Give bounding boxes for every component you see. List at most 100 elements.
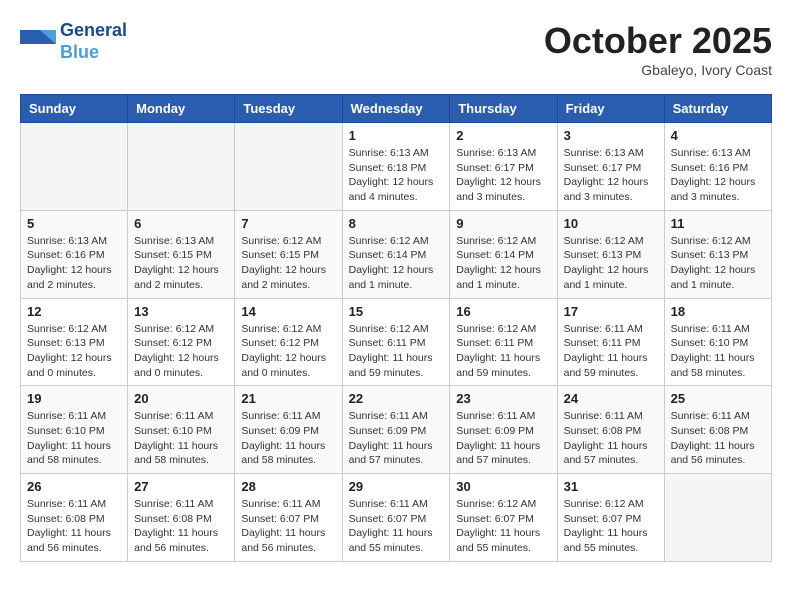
day-number: 15 xyxy=(349,304,444,319)
calendar-cell xyxy=(128,123,235,211)
calendar: SundayMondayTuesdayWednesdayThursdayFrid… xyxy=(20,94,772,562)
calendar-cell: 22 Sunrise: 6:11 AM Sunset: 6:09 PM Dayli… xyxy=(342,386,450,474)
day-number: 25 xyxy=(671,391,765,406)
day-info: Sunrise: 6:12 AM Sunset: 6:12 PM Dayligh… xyxy=(241,322,335,381)
day-info: Sunrise: 6:12 AM Sunset: 6:15 PM Dayligh… xyxy=(241,234,335,293)
day-info: Sunrise: 6:11 AM Sunset: 6:08 PM Dayligh… xyxy=(671,409,765,468)
weekday-tuesday: Tuesday xyxy=(235,95,342,123)
calendar-cell: 11Sunrise: 6:12 AM Sunset: 6:13 PM Dayli… xyxy=(664,210,771,298)
weekday-header-row: SundayMondayTuesdayWednesdayThursdayFrid… xyxy=(21,95,772,123)
header: General Blue October 2025 Gbaleyo, Ivory… xyxy=(20,20,772,78)
calendar-cell: 29 Sunrise: 6:11 AM Sunset: 6:07 PM Dayli… xyxy=(342,474,450,562)
calendar-header: SundayMondayTuesdayWednesdayThursdayFrid… xyxy=(21,95,772,123)
week-row-4: 19 Sunrise: 6:11 AM Sunset: 6:10 PM Dayli… xyxy=(21,386,772,474)
calendar-cell xyxy=(235,123,342,211)
day-info: Sunrise: 6:12 AM Sunset: 6:11 PM Dayligh… xyxy=(456,322,550,381)
week-row-3: 12 Sunrise: 6:12 AM Sunset: 6:13 PM Dayli… xyxy=(21,298,772,386)
day-info: Sunrise: 6:12 AM Sunset: 6:14 PM Dayligh… xyxy=(349,234,444,293)
day-number: 9 xyxy=(456,216,550,231)
day-number: 26 xyxy=(27,479,121,494)
calendar-cell: 17 Sunrise: 6:11 AM Sunset: 6:11 PM Dayli… xyxy=(557,298,664,386)
calendar-cell: 14Sunrise: 6:12 AM Sunset: 6:12 PM Dayli… xyxy=(235,298,342,386)
day-info: Sunrise: 6:11 AM Sunset: 6:07 PM Dayligh… xyxy=(349,497,444,556)
weekday-wednesday: Wednesday xyxy=(342,95,450,123)
day-info: Sunrise: 6:11 AM Sunset: 6:09 PM Dayligh… xyxy=(456,409,550,468)
day-number: 31 xyxy=(564,479,658,494)
day-info: Sunrise: 6:13 AM Sunset: 6:17 PM Dayligh… xyxy=(456,146,550,205)
calendar-cell: 4 Sunrise: 6:13 AM Sunset: 6:16 PM Daylig… xyxy=(664,123,771,211)
day-number: 8 xyxy=(349,216,444,231)
calendar-cell: 28 Sunrise: 6:11 AM Sunset: 6:07 PM Dayli… xyxy=(235,474,342,562)
day-info: Sunrise: 6:11 AM Sunset: 6:11 PM Dayligh… xyxy=(564,322,658,381)
day-number: 13 xyxy=(134,304,228,319)
day-number: 19 xyxy=(27,391,121,406)
day-info: Sunrise: 6:11 AM Sunset: 6:08 PM Dayligh… xyxy=(134,497,228,556)
day-number: 27 xyxy=(134,479,228,494)
day-number: 4 xyxy=(671,128,765,143)
day-info: Sunrise: 6:11 AM Sunset: 6:10 PM Dayligh… xyxy=(671,322,765,381)
day-number: 10 xyxy=(564,216,658,231)
calendar-cell: 12 Sunrise: 6:12 AM Sunset: 6:13 PM Dayli… xyxy=(21,298,128,386)
day-info: Sunrise: 6:11 AM Sunset: 6:10 PM Dayligh… xyxy=(27,409,121,468)
day-number: 12 xyxy=(27,304,121,319)
day-info: Sunrise: 6:13 AM Sunset: 6:16 PM Dayligh… xyxy=(671,146,765,205)
day-number: 18 xyxy=(671,304,765,319)
day-info: Sunrise: 6:13 AM Sunset: 6:17 PM Dayligh… xyxy=(564,146,658,205)
day-number: 29 xyxy=(349,479,444,494)
calendar-cell: 20Sunrise: 6:11 AM Sunset: 6:10 PM Dayli… xyxy=(128,386,235,474)
calendar-cell: 25 Sunrise: 6:11 AM Sunset: 6:08 PM Dayli… xyxy=(664,386,771,474)
calendar-cell: 13 Sunrise: 6:12 AM Sunset: 6:12 PM Dayli… xyxy=(128,298,235,386)
day-number: 2 xyxy=(456,128,550,143)
calendar-cell: 10 Sunrise: 6:12 AM Sunset: 6:13 PM Dayli… xyxy=(557,210,664,298)
calendar-cell xyxy=(664,474,771,562)
day-number: 28 xyxy=(241,479,335,494)
day-number: 17 xyxy=(564,304,658,319)
calendar-cell: 31 Sunrise: 6:12 AM Sunset: 6:07 PM Dayli… xyxy=(557,474,664,562)
day-number: 20 xyxy=(134,391,228,406)
calendar-cell: 8 Sunrise: 6:12 AM Sunset: 6:14 PM Daylig… xyxy=(342,210,450,298)
day-number: 6 xyxy=(134,216,228,231)
weekday-sunday: Sunday xyxy=(21,95,128,123)
title-block: October 2025 Gbaleyo, Ivory Coast xyxy=(544,20,772,78)
calendar-cell: 1Sunrise: 6:13 AM Sunset: 6:18 PM Daylig… xyxy=(342,123,450,211)
day-info: Sunrise: 6:13 AM Sunset: 6:18 PM Dayligh… xyxy=(349,146,444,205)
calendar-cell: 2 Sunrise: 6:13 AM Sunset: 6:17 PM Daylig… xyxy=(450,123,557,211)
day-info: Sunrise: 6:11 AM Sunset: 6:09 PM Dayligh… xyxy=(349,409,444,468)
calendar-body: 1Sunrise: 6:13 AM Sunset: 6:18 PM Daylig… xyxy=(21,123,772,562)
month-title: October 2025 xyxy=(544,20,772,62)
logo-text: General Blue xyxy=(60,20,127,63)
day-info: Sunrise: 6:13 AM Sunset: 6:15 PM Dayligh… xyxy=(134,234,228,293)
day-info: Sunrise: 6:12 AM Sunset: 6:07 PM Dayligh… xyxy=(456,497,550,556)
calendar-cell: 9 Sunrise: 6:12 AM Sunset: 6:14 PM Daylig… xyxy=(450,210,557,298)
calendar-cell: 30 Sunrise: 6:12 AM Sunset: 6:07 PM Dayli… xyxy=(450,474,557,562)
calendar-cell xyxy=(21,123,128,211)
day-number: 30 xyxy=(456,479,550,494)
day-number: 5 xyxy=(27,216,121,231)
day-number: 7 xyxy=(241,216,335,231)
calendar-cell: 18 Sunrise: 6:11 AM Sunset: 6:10 PM Dayli… xyxy=(664,298,771,386)
day-number: 21 xyxy=(241,391,335,406)
day-info: Sunrise: 6:11 AM Sunset: 6:08 PM Dayligh… xyxy=(564,409,658,468)
logo: General Blue xyxy=(20,20,127,63)
calendar-cell: 27 Sunrise: 6:11 AM Sunset: 6:08 PM Dayli… xyxy=(128,474,235,562)
weekday-saturday: Saturday xyxy=(664,95,771,123)
calendar-cell: 19 Sunrise: 6:11 AM Sunset: 6:10 PM Dayli… xyxy=(21,386,128,474)
day-number: 22 xyxy=(349,391,444,406)
day-info: Sunrise: 6:12 AM Sunset: 6:13 PM Dayligh… xyxy=(27,322,121,381)
day-info: Sunrise: 6:12 AM Sunset: 6:07 PM Dayligh… xyxy=(564,497,658,556)
weekday-friday: Friday xyxy=(557,95,664,123)
calendar-cell: 26Sunrise: 6:11 AM Sunset: 6:08 PM Dayli… xyxy=(21,474,128,562)
day-number: 16 xyxy=(456,304,550,319)
day-info: Sunrise: 6:11 AM Sunset: 6:07 PM Dayligh… xyxy=(241,497,335,556)
calendar-cell: 6 Sunrise: 6:13 AM Sunset: 6:15 PM Daylig… xyxy=(128,210,235,298)
calendar-cell: 15Sunrise: 6:12 AM Sunset: 6:11 PM Dayli… xyxy=(342,298,450,386)
week-row-2: 5 Sunrise: 6:13 AM Sunset: 6:16 PM Daylig… xyxy=(21,210,772,298)
calendar-cell: 5 Sunrise: 6:13 AM Sunset: 6:16 PM Daylig… xyxy=(21,210,128,298)
week-row-5: 26 Sunrise: 6:11 AM Sunset: 6:08 PM Dayli… xyxy=(21,474,772,562)
day-info: Sunrise: 6:12 AM Sunset: 6:13 PM Dayligh… xyxy=(564,234,658,293)
day-info: Sunrise: 6:13 AM Sunset: 6:16 PM Dayligh… xyxy=(27,234,121,293)
day-info: Sunrise: 6:12 AM Sunset: 6:14 PM Dayligh… xyxy=(456,234,550,293)
calendar-cell: 23Sunrise: 6:11 AM Sunset: 6:09 PM Dayli… xyxy=(450,386,557,474)
weekday-monday: Monday xyxy=(128,95,235,123)
day-info: Sunrise: 6:12 AM Sunset: 6:12 PM Dayligh… xyxy=(134,322,228,381)
